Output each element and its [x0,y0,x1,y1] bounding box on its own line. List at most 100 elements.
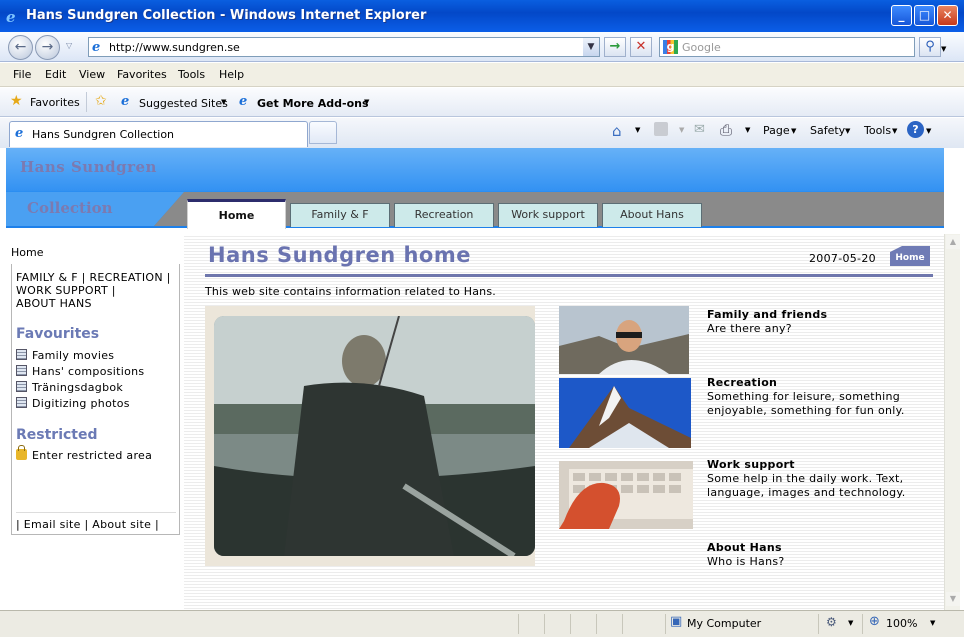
feature-desc-work-1: Some help in the daily work. Text, [707,472,904,485]
chevron-down-icon[interactable]: ▼ [364,98,369,106]
protected-mode-icon[interactable]: ⚙ [826,615,837,629]
forward-button[interactable]: → [35,35,60,60]
status-divider [862,614,863,634]
feature-desc-work-2: language, images and technology. [707,486,906,499]
restricted-area-link[interactable]: Enter restricted area [16,445,152,462]
print-icon[interactable]: ⎙ [720,121,732,139]
site-header: Hans Sundgren Collection Home Family & F… [6,148,944,229]
feature-title-family[interactable]: Family and friends [707,308,827,321]
sidebar-item-compositions[interactable]: Hans' compositions [16,365,144,378]
sidebar-item-label: Hans' compositions [32,365,145,378]
page-date: 2007-05-20 [809,252,876,265]
family-photo [559,306,689,374]
search-options-icon[interactable]: ▼ [941,45,946,53]
chevron-down-icon[interactable]: ▼ [845,127,850,135]
page-menu[interactable]: Page [763,124,790,137]
help-icon[interactable]: ? [907,121,924,138]
feature-title-recreation[interactable]: Recreation [707,376,777,389]
new-tab-button[interactable] [309,121,337,144]
stop-button[interactable]: ✕ [630,37,652,57]
site-tab-work-support[interactable]: Work support [498,203,598,227]
feeds-icon[interactable] [654,122,668,136]
safety-menu[interactable]: Safety [810,124,845,137]
ie-icon: e [6,8,16,26]
security-zone[interactable]: My Computer [687,617,761,630]
get-addons-link[interactable]: Get More Add-ons [257,97,369,110]
sidebar-sections-line3[interactable]: ABOUT HANS [16,297,92,310]
maximize-button[interactable]: □ [914,5,935,26]
title-rule [205,274,933,277]
suggested-sites-link[interactable]: Suggested Sites [139,97,228,110]
url-dropdown-icon[interactable]: ▼ [583,38,599,56]
chevron-down-icon[interactable]: ▼ [930,619,935,627]
chevron-down-icon[interactable]: ▼ [745,126,750,134]
sidebar-item-family-movies[interactable]: Family movies [16,349,114,362]
go-button[interactable]: → [604,37,626,57]
favourites-heading: Favourites [16,326,100,342]
sidebar-bottom-links[interactable]: | Email site | About site | [16,518,159,531]
chevron-down-icon[interactable]: ▼ [848,619,853,627]
sidebar-item-traningsdagbok[interactable]: Träningsdagbok [16,381,123,394]
close-button[interactable]: ✕ [937,5,958,26]
page-title: Hans Sundgren home [208,243,471,267]
address-bar: ← → ▽ e http://www.sundgren.se ▼ → ✕ g G… [0,32,964,62]
mail-icon[interactable]: ✉ [694,122,705,137]
favorites-button[interactable]: Favorites [30,96,80,109]
sidebar-home-link[interactable]: Home [11,246,43,259]
status-bar: ▣ My Computer ⚙ ▼ ⊕ 100% ▼ [0,610,964,637]
recent-pages-dropdown[interactable]: ▽ [66,41,72,50]
family-thumbnail[interactable] [559,306,689,374]
tab-title: Hans Sundgren Collection [32,128,175,141]
keyboard-photo [559,461,693,529]
zoom-level[interactable]: 100% [886,617,917,630]
site-tab-home[interactable]: Home [187,199,286,229]
search-button[interactable]: ⚲ [919,37,941,57]
feature-desc-recreation-2: enjoyable, something for fun only. [707,404,905,417]
minimize-button[interactable]: _ [891,5,912,26]
feature-title-about[interactable]: About Hans [707,541,782,554]
sidebar-sections-line2[interactable]: WORK SUPPORT | [16,284,116,297]
search-input[interactable]: g Google [659,37,915,57]
window-title-bar[interactable]: e Hans Sundgren Collection - Windows Int… [0,0,964,32]
vertical-scrollbar[interactable]: ▲ ▼ [944,234,960,610]
menu-help[interactable]: Help [219,68,244,81]
work-thumbnail[interactable] [559,461,693,529]
status-divider [570,614,571,634]
chevron-down-icon[interactable]: ▼ [791,127,796,135]
browser-tab-row: e Hans Sundgren Collection ⌂ ▼ ▼ ✉ ⎙ ▼ P… [0,118,964,148]
site-tab-recreation[interactable]: Recreation [394,203,494,227]
status-divider [596,614,597,634]
chevron-down-icon[interactable]: ▼ [221,98,226,106]
scroll-up-icon[interactable]: ▲ [946,235,960,249]
site-name-line2: Collection [27,199,113,217]
add-favorite-icon[interactable]: ✩ [95,93,107,109]
browser-tab[interactable]: e Hans Sundgren Collection [9,121,308,147]
chevron-down-icon[interactable]: ▼ [926,127,931,135]
menu-view[interactable]: View [79,68,105,81]
feature-title-work[interactable]: Work support [707,458,795,471]
sidebar-sections-line1[interactable]: FAMILY & F | RECREATION | [16,271,171,284]
menu-favorites[interactable]: Favorites [117,68,167,81]
sidebar-item-digitizing-photos[interactable]: Digitizing photos [16,397,130,410]
scroll-down-icon[interactable]: ▼ [946,592,960,606]
video-frame [205,306,535,566]
restricted-heading: Restricted [16,427,98,443]
home-badge[interactable]: Home [890,246,930,266]
boat-video[interactable] [214,316,535,556]
site-tab-family[interactable]: Family & F [290,203,390,227]
url-text: http://www.sundgren.se [109,41,240,54]
site-tab-about-hans[interactable]: About Hans [602,203,702,227]
page-icon: e [92,40,101,55]
menu-edit[interactable]: Edit [45,68,66,81]
page-icon [16,365,27,376]
chevron-down-icon[interactable]: ▼ [892,127,897,135]
tools-menu[interactable]: Tools [864,124,891,137]
recreation-thumbnail[interactable] [559,378,691,448]
menu-file[interactable]: File [13,68,31,81]
home-icon[interactable]: ⌂ [612,122,622,140]
chevron-down-icon[interactable]: ▼ [635,126,640,134]
menu-tools[interactable]: Tools [178,68,205,81]
url-input[interactable]: e http://www.sundgren.se ▼ [88,37,600,57]
back-button[interactable]: ← [8,35,33,60]
status-divider [818,614,819,634]
